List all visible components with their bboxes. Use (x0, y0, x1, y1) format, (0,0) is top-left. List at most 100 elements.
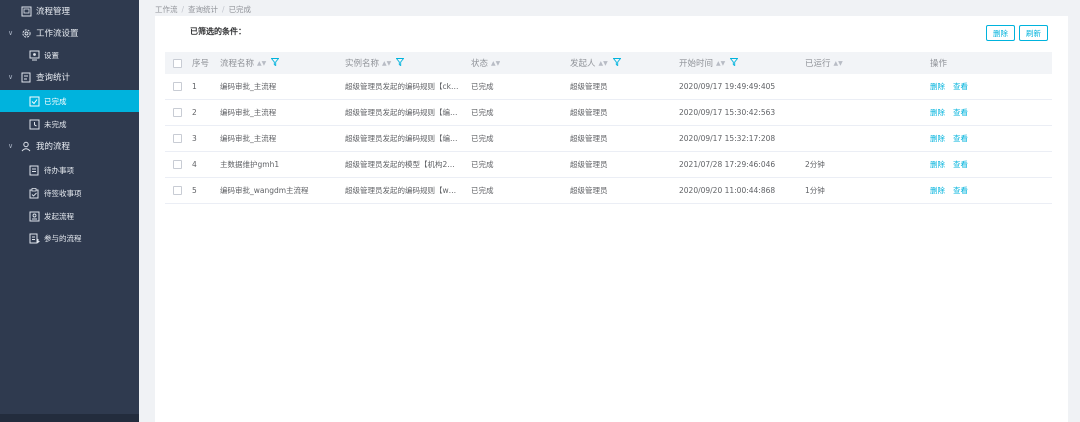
cell-actions: 删除 查看 (930, 74, 976, 99)
sort-icon[interactable]: ▲▼ (834, 60, 843, 67)
header-index: 序号 (192, 59, 210, 69)
row-view-link[interactable]: 查看 (953, 185, 968, 196)
chevron-down-icon: ∨ (8, 142, 14, 150)
sidebar-item-label: 待签收事项 (44, 188, 82, 198)
header-status[interactable]: 状态 ▲▼ (471, 52, 500, 74)
breadcrumb-separator: / (222, 5, 225, 14)
cell-start-time: 2020/09/17 19:49:49:405 (679, 82, 776, 91)
sort-icon[interactable]: ▲▼ (491, 60, 500, 67)
row-checkbox[interactable] (173, 74, 182, 99)
row-delete-link[interactable]: 删除 (930, 159, 945, 170)
table-row[interactable]: 1 编码审批_主流程 超级管理员发起的编码规则【ck… 已完成 超级管理员 20… (165, 74, 1052, 100)
filter-icon[interactable] (729, 57, 739, 69)
header-elapsed[interactable]: 已运行 ▲▼ (805, 52, 843, 74)
flow-manage-icon (20, 5, 32, 17)
sidebar: 流程管理 ∨ 工作流设置 设置 ∨ 查询统计 已完成 未完成 ∨ 我的流程 待办… (0, 0, 139, 422)
sidebar-item-label: 参与的流程 (44, 233, 82, 243)
header-initiator[interactable]: 发起人 ▲▼ (570, 52, 621, 74)
header-instance-name[interactable]: 实例名称 ▲▼ (345, 52, 405, 74)
cell-index: 5 (192, 186, 197, 195)
refresh-button[interactable]: 刷新 (1019, 25, 1048, 41)
row-delete-link[interactable]: 删除 (930, 81, 945, 92)
table-row[interactable]: 5 编码审批_wangdm主流程 超级管理员发起的编码规则【w… 已完成 超级管… (165, 178, 1052, 204)
cell-start-time: 2020/09/20 11:00:44:868 (679, 186, 776, 195)
table-row[interactable]: 2 编码审批_主流程 超级管理员发起的编码规则【编… 已完成 超级管理员 202… (165, 100, 1052, 126)
row-delete-link[interactable]: 删除 (930, 107, 945, 118)
row-delete-link[interactable]: 删除 (930, 185, 945, 196)
header-label: 实例名称 (345, 59, 380, 69)
filter-icon[interactable] (395, 57, 405, 69)
checkbox-box (173, 186, 182, 195)
cell-instance-name: 超级管理员发起的模型【机构2… (345, 160, 455, 169)
cell-instance-name: 超级管理员发起的编码规则【w… (345, 186, 457, 195)
row-view-link[interactable]: 查看 (953, 133, 968, 144)
sidebar-item-flow-manage[interactable]: 流程管理 (0, 0, 139, 22)
cell-status: 已完成 (471, 186, 494, 195)
user-flow-icon (20, 140, 32, 152)
cell-index: 2 (192, 108, 197, 117)
sidebar-item-todo[interactable]: 待办事项 (0, 159, 139, 181)
cell-actions: 删除 查看 (930, 178, 976, 203)
sort-icon[interactable]: ▲▼ (382, 60, 391, 67)
sidebar-group-workflow-settings[interactable]: ∨ 工作流设置 (0, 22, 139, 44)
header-label: 发起人 (570, 59, 596, 69)
row-view-link[interactable]: 查看 (953, 81, 968, 92)
cell-start-time: 2021/07/28 17:29:46:046 (679, 160, 776, 169)
header-flow-name[interactable]: 流程名称 ▲▼ (220, 52, 280, 74)
cell-elapsed: 1分钟 (805, 186, 825, 195)
header-start-time[interactable]: 开始时间 ▲▼ (679, 52, 739, 74)
row-view-link[interactable]: 查看 (953, 107, 968, 118)
row-checkbox[interactable] (173, 152, 182, 177)
sidebar-group-query-stats[interactable]: ∨ 查询统计 (0, 66, 139, 88)
cell-flow-name: 编码审批_主流程 (220, 134, 277, 143)
sidebar-item-label: 工作流设置 (36, 29, 79, 39)
sidebar-item-incomplete[interactable]: 未完成 (0, 113, 139, 135)
header-label: 流程名称 (220, 59, 255, 69)
cell-elapsed: 2分钟 (805, 160, 825, 169)
sidebar-item-label: 我的流程 (36, 142, 71, 152)
cell-status: 已完成 (471, 134, 494, 143)
chevron-down-icon: ∨ (8, 73, 14, 81)
checkbox-box (173, 58, 182, 68)
filter-icon[interactable] (612, 57, 621, 69)
sidebar-item-label: 发起流程 (44, 211, 74, 221)
filter-icon[interactable] (270, 57, 280, 69)
sidebar-item-to-sign[interactable]: 待签收事项 (0, 182, 139, 204)
sidebar-group-my-flows[interactable]: ∨ 我的流程 (0, 135, 139, 157)
header-label: 开始时间 (679, 59, 714, 69)
cell-start-time: 2020/09/17 15:32:17:208 (679, 134, 776, 143)
gear-icon (20, 27, 32, 39)
sort-icon[interactable]: ▲▼ (599, 60, 608, 67)
table-row[interactable]: 3 编码审批_主流程 超级管理员发起的编码规则【编… 已完成 超级管理员 202… (165, 126, 1052, 152)
row-checkbox[interactable] (173, 178, 182, 203)
cell-flow-name: 编码审批_主流程 (220, 108, 277, 117)
sidebar-item-participated[interactable]: 参与的流程 (0, 227, 139, 249)
row-checkbox[interactable] (173, 100, 182, 125)
cell-status: 已完成 (471, 82, 494, 91)
sidebar-item-completed[interactable]: 已完成 (0, 90, 139, 112)
breadcrumb-item[interactable]: 查询统计 (188, 5, 218, 14)
cell-start-time: 2020/09/17 15:30:42:563 (679, 108, 776, 117)
breadcrumb-item[interactable]: 工作流 (155, 5, 178, 14)
table-header: 序号 流程名称 ▲▼ 实例名称 ▲▼ 状态 ▲▼ 发起人 ▲▼ 开始时间 ▲▼ … (165, 52, 1052, 74)
row-view-link[interactable]: 查看 (953, 159, 968, 170)
checkbox-box (173, 134, 182, 143)
delete-button[interactable]: 删除 (986, 25, 1015, 41)
sidebar-item-label: 已完成 (44, 96, 67, 106)
row-checkbox[interactable] (173, 126, 182, 151)
checkbox-box (173, 160, 182, 169)
monitor-icon (28, 49, 40, 61)
row-delete-link[interactable]: 删除 (930, 133, 945, 144)
cell-flow-name: 主数据维护gmh1 (220, 160, 280, 169)
checkbox-box (173, 82, 182, 91)
filter-conditions-label: 已筛选的条件： (190, 27, 246, 36)
table-row[interactable]: 4 主数据维护gmh1 超级管理员发起的模型【机构2… 已完成 超级管理员 20… (165, 152, 1052, 178)
cell-initiator: 超级管理员 (570, 134, 608, 143)
select-all-checkbox[interactable] (173, 52, 182, 74)
sidebar-item-launch[interactable]: 发起流程 (0, 205, 139, 227)
sort-icon[interactable]: ▲▼ (257, 60, 266, 67)
chart-doc-icon (20, 71, 32, 83)
sidebar-item-label: 设置 (44, 50, 59, 60)
sidebar-item-settings[interactable]: 设置 (0, 44, 139, 66)
sort-icon[interactable]: ▲▼ (716, 60, 725, 67)
